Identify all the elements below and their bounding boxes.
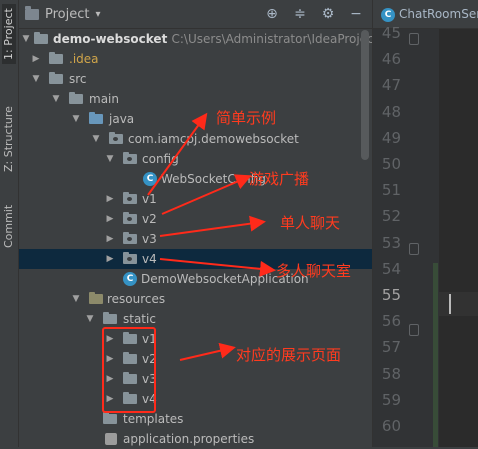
annotation-simple-example: 简单示例 bbox=[216, 109, 277, 127]
annotation-box bbox=[102, 327, 156, 413]
arrow-game bbox=[161, 174, 252, 215]
annotation-multi-chat-room: 多人聊天室 bbox=[276, 262, 352, 280]
arrow-simple bbox=[147, 112, 208, 196]
annotation-overlay bbox=[147, 112, 276, 361]
arrow-single bbox=[159, 215, 266, 237]
arrow-multi bbox=[159, 258, 276, 277]
annotation-display-pages: 对应的展示页面 bbox=[236, 346, 342, 364]
annotation-single-chat: 单人聊天 bbox=[280, 214, 341, 232]
arrow-pages bbox=[179, 342, 236, 361]
annotation-game-broadcast: 游戏广播 bbox=[249, 170, 310, 188]
